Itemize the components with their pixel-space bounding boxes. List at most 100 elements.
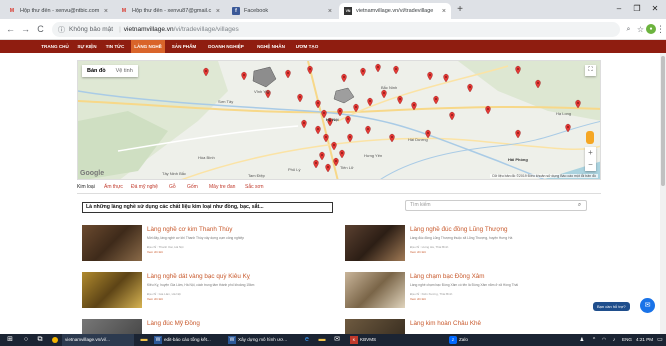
list-item[interactable]: Làng chạm bạc Đồng Xâm Làng nghề chạm bạ…	[345, 272, 595, 312]
village-map[interactable]: Bản đồ Vệ tinh ⛶ + − Sơn Tây Hà Nội Bắc …	[77, 60, 601, 180]
map-marker-icon[interactable]	[337, 107, 343, 117]
map-marker-icon[interactable]	[331, 141, 337, 151]
nav-item-villages[interactable]: LÀNG NGHỀ	[131, 40, 165, 53]
nav-item-home[interactable]: TRANG CHỦ	[38, 40, 72, 53]
edge-icon[interactable]: e	[303, 336, 311, 344]
item-title[interactable]: Làng chạm bạc Đồng Xâm	[410, 273, 485, 280]
tab-stone[interactable]: Đá mỹ nghệ	[131, 184, 158, 190]
item-link[interactable]: Xem chi tiết	[147, 297, 163, 301]
map-marker-icon[interactable]	[411, 101, 417, 111]
map-marker-icon[interactable]	[365, 125, 371, 135]
nav-item-incubation[interactable]: ƯƠM TẠO	[292, 40, 322, 53]
map-marker-icon[interactable]	[515, 129, 521, 139]
tray-chevron-icon[interactable]: ^	[590, 336, 598, 344]
url-field[interactable]: ⓘ Không bảo mật | vietnamvillage.vn/vi/t…	[52, 22, 620, 37]
chrome-icon[interactable]	[52, 337, 58, 343]
village-thumbnail[interactable]	[82, 225, 142, 261]
map-marker-icon[interactable]	[389, 133, 395, 143]
zalo-icon[interactable]: Z	[449, 336, 457, 344]
notification-icon[interactable]: ▭	[656, 336, 664, 344]
map-marker-icon[interactable]	[353, 103, 359, 113]
map-marker-icon[interactable]	[333, 157, 339, 167]
close-tab-icon[interactable]: ×	[216, 8, 220, 15]
search-icon[interactable]: ⌕	[572, 200, 587, 211]
map-marker-icon[interactable]	[345, 115, 351, 125]
menu-icon[interactable]: ⋮	[656, 23, 665, 36]
close-tab-icon[interactable]: ×	[442, 8, 446, 15]
taskbar-item[interactable]: KBVMS	[360, 334, 376, 346]
map-marker-icon[interactable]	[375, 63, 381, 73]
map-marker-icon[interactable]	[315, 125, 321, 135]
word-icon[interactable]: W	[154, 336, 162, 344]
map-marker-icon[interactable]	[301, 119, 307, 129]
close-tab-icon[interactable]: ×	[328, 8, 332, 15]
nav-item-events[interactable]: SỰ KIỆN	[74, 40, 100, 53]
taskbar-item[interactable]: vietnamvillage.vn/vi/...	[62, 334, 134, 346]
nav-item-artisans[interactable]: NGHỆ NHÂN	[253, 40, 289, 53]
list-item[interactable]: Làng nghề cơ kim Thanh Thùy Mới đây, làn…	[82, 225, 332, 265]
maximize-button[interactable]: ❐	[630, 2, 644, 16]
map-marker-icon[interactable]	[367, 97, 373, 107]
list-item[interactable]: Làng kim hoàn Châu Khê	[345, 319, 595, 334]
chat-icon[interactable]: ✉	[640, 298, 655, 313]
close-tab-icon[interactable]: ×	[104, 8, 108, 15]
taskbar-item[interactable]: Zalo	[459, 334, 468, 346]
zoom-in-button[interactable]: +	[585, 147, 596, 159]
map-marker-icon[interactable]	[307, 65, 313, 75]
forward-button[interactable]: →	[19, 23, 32, 36]
word-icon[interactable]: W	[228, 336, 236, 344]
map-marker-icon[interactable]	[297, 93, 303, 103]
map-marker-icon[interactable]	[485, 105, 491, 115]
clock[interactable]: 4:21 PM	[636, 334, 653, 346]
zoom-out-button[interactable]: −	[585, 159, 596, 171]
reload-button[interactable]: C	[34, 23, 47, 36]
map-marker-icon[interactable]	[381, 89, 387, 99]
tab-cuisine[interactable]: Ẩm thực	[104, 184, 123, 190]
tab-ceramic[interactable]: Gốm	[187, 184, 198, 190]
map-marker-icon[interactable]	[360, 67, 366, 77]
map-marker-icon[interactable]	[449, 111, 455, 121]
tab-lacquer[interactable]: Sắc sơn	[245, 184, 264, 190]
map-marker-icon[interactable]	[347, 133, 353, 143]
info-icon[interactable]: ⓘ	[58, 25, 65, 35]
folder-icon[interactable]: ▬	[318, 336, 326, 344]
village-thumbnail[interactable]	[82, 272, 142, 308]
map-marker-icon[interactable]	[433, 95, 439, 105]
browser-tab[interactable]: M Hộp thư đến - xenvu87@gmail.c ×	[115, 3, 225, 19]
new-tab-button[interactable]: +	[453, 3, 467, 17]
item-title[interactable]: Làng đúc Mỹ Đồng	[147, 320, 200, 327]
support-chat-badge[interactable]: Bạn cần hỗ trợ?	[593, 302, 630, 311]
item-title[interactable]: Làng nghề đúc đồng Lũng Thượng	[410, 226, 508, 233]
item-link[interactable]: Xem chi tiết	[147, 250, 163, 254]
item-title[interactable]: Làng nghề dát vàng bạc quỳ Kiêu Kỵ	[147, 273, 250, 280]
fullscreen-button[interactable]: ⛶	[585, 65, 596, 76]
input-language[interactable]: ENG	[622, 334, 632, 346]
folder-icon[interactable]: ▬	[140, 336, 148, 344]
map-marker-icon[interactable]	[341, 73, 347, 83]
back-button[interactable]: ←	[4, 23, 17, 36]
map-marker-icon[interactable]	[203, 67, 209, 77]
item-link[interactable]: Xem chi tiết	[410, 250, 426, 254]
map-marker-icon[interactable]	[323, 133, 329, 143]
browser-tab[interactable]: f Facebook ×	[227, 3, 337, 19]
map-marker-icon[interactable]	[515, 65, 521, 75]
map-marker-icon[interactable]	[393, 65, 399, 75]
village-thumbnail[interactable]	[345, 225, 405, 261]
close-window-button[interactable]: ✕	[648, 2, 662, 16]
pegman-icon[interactable]	[586, 131, 594, 144]
map-marker-icon[interactable]	[535, 79, 541, 89]
map-marker-icon[interactable]	[467, 83, 473, 93]
map-attribution[interactable]: Dữ liệu bản đồ ©2019 Điều khoản sử dụng …	[490, 174, 598, 178]
network-icon[interactable]: ◠	[600, 336, 608, 344]
map-marker-icon[interactable]	[319, 151, 325, 161]
taskbar-item[interactable]: Xây dựng mô hình ươ...	[238, 334, 287, 346]
search-input[interactable]: Tìm kiếm	[405, 200, 587, 211]
nav-item-products[interactable]: SẢN PHẨM	[168, 40, 200, 53]
nav-item-news[interactable]: TIN TỨC	[102, 40, 128, 53]
task-view-icon[interactable]: ⧉	[36, 336, 44, 344]
village-thumbnail[interactable]	[82, 319, 142, 334]
village-thumbnail[interactable]	[345, 272, 405, 308]
item-title[interactable]: Làng nghề cơ kim Thanh Thùy	[147, 226, 232, 233]
windows-start-icon[interactable]: ⊞	[6, 336, 14, 344]
app-icon[interactable]: K	[350, 336, 358, 344]
